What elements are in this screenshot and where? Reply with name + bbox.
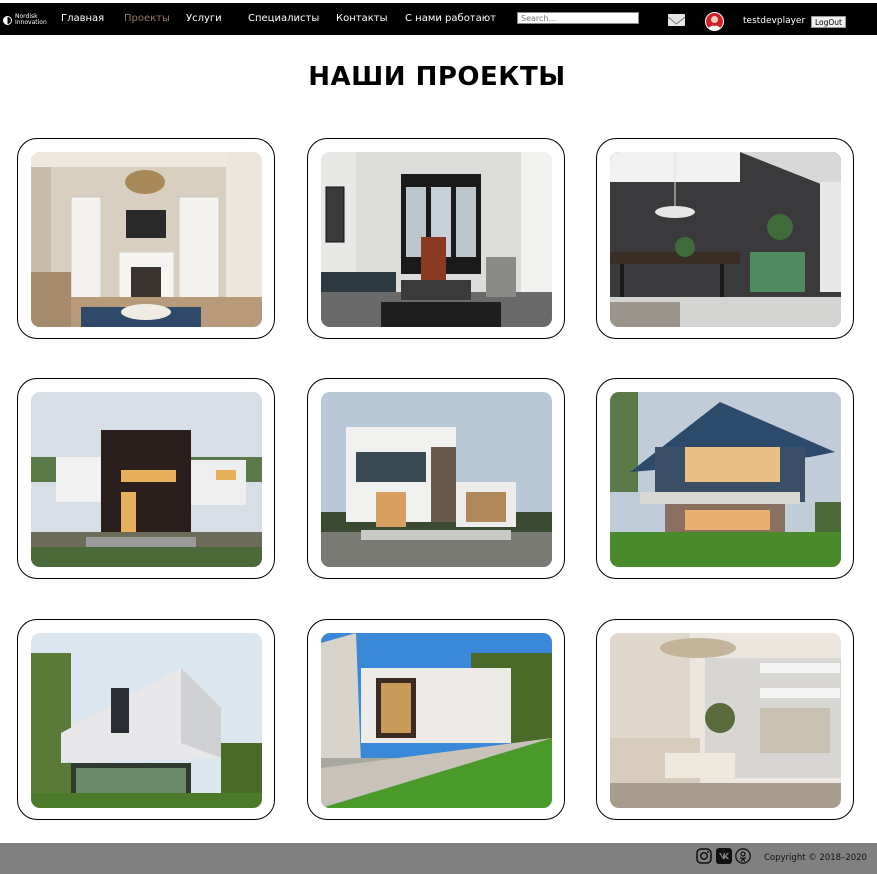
project-card[interactable]: [307, 619, 565, 820]
project-image-white-cube-house: [31, 633, 262, 808]
project-image-living-room-bay-window: [321, 152, 552, 327]
search-input[interactable]: [517, 12, 639, 24]
project-card[interactable]: [17, 378, 275, 579]
instagram-icon[interactable]: [696, 848, 712, 864]
nav-specialists[interactable]: Специалисты: [248, 13, 319, 24]
nav-home[interactable]: Главная: [61, 13, 104, 24]
project-image-flat-roof-lawn: [321, 633, 552, 808]
logout-button[interactable]: LogOut: [811, 16, 846, 28]
username-label: testdevplayer: [743, 16, 806, 26]
project-image-living-room-fireplace: [31, 152, 262, 327]
project-card[interactable]: [596, 138, 854, 339]
nav-partners[interactable]: С нами работают: [405, 13, 496, 24]
brand-logo[interactable]: Nordisk Innovation: [3, 10, 55, 30]
nav-services[interactable]: Услуги: [186, 13, 222, 24]
project-card[interactable]: [596, 619, 854, 820]
project-card[interactable]: [17, 619, 275, 820]
envelope-icon[interactable]: [667, 14, 686, 26]
user-avatar-icon[interactable]: [705, 12, 724, 31]
project-card[interactable]: [307, 378, 565, 579]
logo-icon: [3, 15, 12, 25]
project-image-blue-roof-house: [610, 392, 841, 567]
logo-text-line2: Innovation: [15, 19, 47, 26]
project-image-white-house-dusk: [321, 392, 552, 567]
project-image-dark-facade-house: [31, 392, 262, 567]
project-card[interactable]: [596, 378, 854, 579]
nav-contacts[interactable]: Контакты: [336, 13, 387, 24]
copyright-text: Copyright © 2018–2020: [764, 853, 867, 863]
footer: Copyright © 2018–2020: [0, 843, 877, 874]
page-title: НАШИ ПРОЕКТЫ: [308, 62, 566, 92]
nav-projects[interactable]: Проекты: [124, 13, 170, 24]
odnoklassniki-icon[interactable]: [735, 848, 751, 864]
project-card[interactable]: [307, 138, 565, 339]
project-card[interactable]: [17, 138, 275, 339]
project-image-dark-kitchen: [610, 152, 841, 327]
vk-icon[interactable]: [716, 848, 732, 864]
navbar: Nordisk Innovation Главная Проекты Услуг…: [0, 3, 877, 35]
project-image-bright-living-room: [610, 633, 841, 808]
